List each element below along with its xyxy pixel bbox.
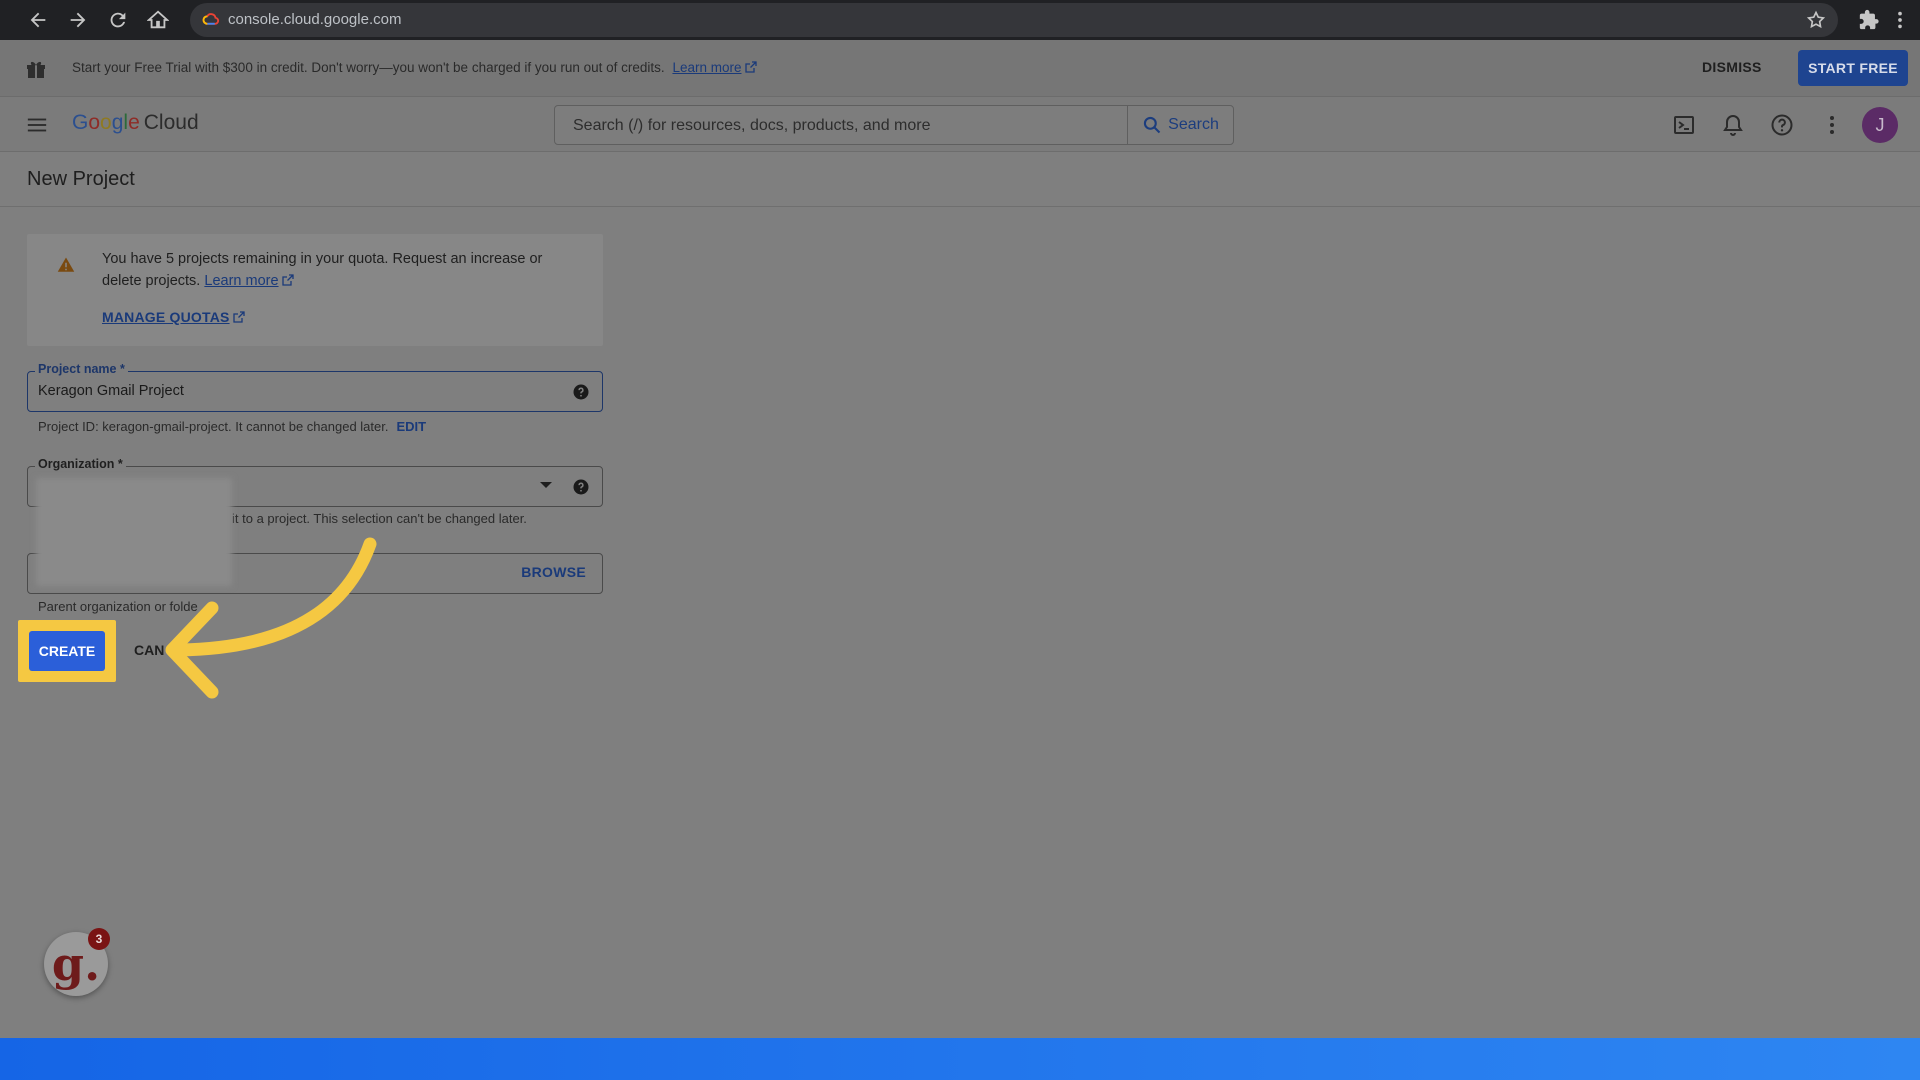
logo-letter: G bbox=[72, 111, 89, 134]
bookmark-star-icon[interactable] bbox=[1806, 10, 1826, 30]
url-text: console.cloud.google.com bbox=[228, 11, 402, 28]
logo-letter: o bbox=[100, 111, 112, 134]
back-icon[interactable] bbox=[24, 6, 52, 34]
hamburger-menu-icon[interactable] bbox=[26, 114, 48, 136]
quota-notice: You have 5 projects remaining in your qu… bbox=[27, 234, 603, 346]
project-id-hint: Project ID: keragon-gmail-project. It ca… bbox=[38, 419, 426, 434]
trial-learn-more-link[interactable]: Learn more bbox=[672, 60, 741, 75]
address-bar[interactable]: console.cloud.google.com bbox=[190, 3, 1838, 37]
forward-icon[interactable] bbox=[64, 6, 92, 34]
bottom-bar bbox=[0, 1038, 1920, 1080]
organization-hint: it to a project. This selection can't be… bbox=[232, 511, 527, 526]
extensions-puzzle-icon[interactable] bbox=[1858, 9, 1880, 31]
reload-icon[interactable] bbox=[104, 6, 132, 34]
home-icon[interactable] bbox=[144, 6, 172, 34]
search-bar[interactable]: Search (/) for resources, docs, products… bbox=[554, 105, 1234, 145]
project-id-text: Project ID: keragon-gmail-project. It ca… bbox=[38, 419, 389, 434]
logo-letter: o bbox=[88, 111, 101, 134]
quota-message: You have 5 projects remaining in your qu… bbox=[102, 248, 562, 292]
logo-letter: e bbox=[128, 111, 140, 134]
trial-text: Start your Free Trial with $300 in credi… bbox=[72, 60, 665, 75]
external-link-icon bbox=[232, 311, 245, 323]
help-icon[interactable] bbox=[572, 383, 590, 401]
more-options-icon[interactable] bbox=[1820, 113, 1844, 137]
trial-message: Start your Free Trial with $300 in credi… bbox=[72, 60, 757, 75]
notifications-bell-icon[interactable] bbox=[1721, 113, 1745, 137]
manage-quotas-label: MANAGE QUOTAS bbox=[102, 309, 230, 325]
manage-quotas-link[interactable]: MANAGE QUOTAS bbox=[102, 309, 245, 325]
warning-icon bbox=[57, 257, 75, 272]
project-name-label: Project name * bbox=[35, 362, 128, 376]
edit-project-id-button[interactable]: EDIT bbox=[396, 419, 426, 434]
logo-product-name: Cloud bbox=[143, 111, 199, 134]
google-cloud-logo[interactable]: Google Cloud bbox=[72, 111, 199, 135]
browser-menu-icon[interactable] bbox=[1892, 9, 1908, 31]
notification-count-badge: 3 bbox=[88, 928, 110, 950]
organization-label: Organization * bbox=[35, 457, 126, 471]
search-icon bbox=[1144, 116, 1161, 134]
search-button[interactable]: Search bbox=[1127, 106, 1233, 144]
free-trial-banner: Start your Free Trial with $300 in credi… bbox=[0, 40, 1920, 97]
cloud-shell-terminal-icon[interactable] bbox=[1672, 113, 1696, 137]
project-name-field[interactable]: Project name * Keragon Gmail Project bbox=[27, 362, 603, 412]
google-cloud-favicon-icon bbox=[202, 13, 220, 25]
quota-learn-more-link[interactable]: Learn more bbox=[204, 273, 278, 289]
help-icon[interactable] bbox=[1770, 113, 1794, 137]
pointer-arrow-annotation bbox=[165, 537, 377, 699]
external-link-icon bbox=[744, 61, 757, 73]
dismiss-button[interactable]: DISMISS bbox=[1702, 59, 1762, 75]
search-input[interactable]: Search (/) for resources, docs, products… bbox=[573, 117, 930, 135]
user-avatar[interactable]: J bbox=[1862, 107, 1898, 143]
page-title: New Project bbox=[27, 168, 135, 190]
logo-letter: g bbox=[111, 111, 124, 134]
quota-text: You have 5 projects remaining in your qu… bbox=[102, 251, 543, 289]
chevron-down-icon bbox=[540, 482, 552, 488]
help-icon[interactable] bbox=[572, 478, 590, 496]
start-free-button[interactable]: START FREE bbox=[1798, 50, 1908, 86]
gift-icon bbox=[27, 61, 45, 78]
project-name-input[interactable]: Keragon Gmail Project bbox=[38, 383, 184, 399]
console-header: Google Cloud Search (/) for resources, do… bbox=[0, 97, 1920, 152]
create-button[interactable]: CREATE bbox=[29, 631, 105, 671]
page-title-bar: New Project bbox=[0, 152, 1920, 207]
search-button-label: Search bbox=[1168, 116, 1219, 133]
external-link-icon bbox=[281, 274, 294, 286]
browse-button[interactable]: BROWSE bbox=[521, 564, 586, 580]
browser-toolbar: console.cloud.google.com bbox=[0, 0, 1920, 40]
